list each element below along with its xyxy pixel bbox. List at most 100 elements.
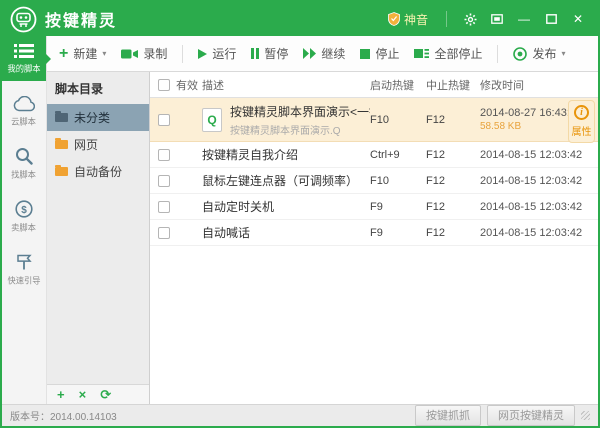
row-checkbox[interactable]	[158, 200, 170, 213]
sidebar-item-quick-guide[interactable]: 快速引导	[2, 246, 46, 293]
web-anjian-button[interactable]: 网页按键精灵	[487, 405, 575, 426]
start-hotkey: F9	[370, 200, 383, 213]
modified-time: 2014-08-15 12:03:42	[480, 148, 583, 161]
properties-tab[interactable]: i 属性	[568, 100, 595, 143]
main-column: + 新建 ▾ 录制 运行 暂停 继续 停止 全部停止 发布 ▾ 脚本目录 未分类…	[47, 36, 598, 404]
row-checkbox[interactable]	[158, 113, 170, 126]
script-table: 有效 描述 启动热键 中止热键 修改时间 Q 按键精灵脚本界面演示<一 按键精灵…	[150, 72, 598, 404]
plus-icon: +	[59, 44, 69, 62]
directory-item-uncategorized[interactable]: 未分类	[47, 104, 149, 131]
table-header: 有效 描述 启动热键 中止热键 修改时间	[150, 72, 598, 98]
skin-box-icon[interactable]	[485, 8, 509, 30]
app-title: 按键精灵	[45, 13, 118, 30]
table-row[interactable]: 自动喊话 F9 F12 2014-08-15 12:03:42	[150, 220, 598, 246]
table-row[interactable]: Q 按键精灵脚本界面演示<一键启动> 按键精灵脚本界面演示.Q F10 F12 …	[150, 98, 598, 142]
abort-hotkey: F12	[426, 200, 445, 213]
abort-hotkey: F12	[426, 113, 445, 126]
directory-toolbar: + × ⟳	[47, 384, 149, 404]
sidebar-item-label: 卖脚本	[11, 223, 37, 233]
select-all-checkbox[interactable]	[158, 78, 170, 91]
cloud-icon	[13, 96, 35, 112]
search-icon	[16, 148, 33, 165]
header-start-hotkey: 启动热键	[370, 79, 414, 92]
script-directory-panel: 脚本目录 未分类 网页 自动备份 + × ⟳	[47, 72, 150, 404]
row-checkbox[interactable]	[158, 174, 170, 187]
start-hotkey: F10	[370, 174, 389, 187]
sidebar-item-label: 我的脚本	[7, 64, 41, 74]
maximize-button[interactable]	[539, 8, 563, 30]
resize-grip[interactable]	[581, 411, 590, 420]
folder-icon	[55, 165, 68, 176]
close-button[interactable]: ✕	[566, 8, 590, 30]
modified-time: 2014-08-15 12:03:42	[480, 200, 583, 213]
user-account-badge[interactable]: 神音	[388, 11, 428, 28]
script-title: 按键精灵脚本界面演示<一键启动>	[230, 104, 370, 119]
script-filename: 按键精灵脚本界面演示.Q	[230, 125, 341, 137]
abort-hotkey: F12	[426, 148, 445, 161]
pause-button[interactable]: 暂停	[251, 45, 288, 62]
folder-icon	[55, 138, 68, 149]
row-checkbox[interactable]	[158, 148, 170, 161]
play-icon	[198, 48, 208, 59]
version-label: 版本号：2014.00.14103	[10, 412, 117, 423]
titlebar-controls: 神音 — ✕	[388, 8, 590, 30]
resume-button[interactable]: 继续	[303, 45, 345, 62]
stop-all-button[interactable]: 全部停止	[414, 45, 482, 62]
sidebar-item-my-scripts[interactable]: 我的脚本	[2, 36, 51, 81]
folder-icon	[55, 111, 68, 122]
record-button[interactable]: 录制	[121, 45, 167, 62]
directory-item-web[interactable]: 网页	[47, 131, 149, 158]
camera-record-icon	[121, 49, 139, 58]
sidebar-item-label: 云脚本	[11, 117, 37, 127]
minimize-button[interactable]: —	[512, 8, 536, 30]
properties-label: 属性	[571, 127, 592, 138]
svg-text:$: $	[21, 205, 27, 216]
chevron-down-icon: ▾	[102, 49, 107, 58]
sidebar-item-sell-scripts[interactable]: $ 卖脚本	[2, 193, 46, 240]
shield-icon	[388, 12, 400, 26]
run-button[interactable]: 运行	[198, 45, 236, 62]
header-valid: 有效	[176, 79, 198, 92]
status-bar: 版本号：2014.00.14103 按键抓抓 网页按键精灵	[2, 404, 598, 426]
content-area: 脚本目录 未分类 网页 自动备份 + × ⟳ 有效 描述 启动热键 中止热键 修…	[47, 72, 598, 404]
toolbar-separator	[497, 44, 499, 63]
app-body: 我的脚本 云脚本 找脚本 $ 卖脚本 快速引导 + 新建 ▾ 录制 运行 暂停 …	[2, 36, 598, 404]
new-script-button[interactable]: + 新建 ▾	[59, 45, 106, 62]
fast-forward-icon	[303, 48, 317, 59]
sidebar-item-label: 快速引导	[7, 276, 41, 286]
start-hotkey: F9	[370, 226, 383, 239]
publish-button[interactable]: 发布 ▾	[513, 45, 566, 62]
header-modified-time: 修改时间	[480, 79, 524, 92]
settings-gear-icon[interactable]	[458, 8, 482, 30]
script-title: 自动喊话	[202, 226, 251, 240]
modified-time: 2014-08-15 12:03:42	[480, 174, 583, 187]
directory-item-autobackup[interactable]: 自动备份	[47, 158, 149, 185]
add-category-button[interactable]: +	[57, 388, 65, 401]
script-title: 鼠标左键连点器（可调频率）	[202, 174, 359, 188]
refresh-button[interactable]: ⟳	[100, 388, 111, 401]
stop-button[interactable]: 停止	[360, 45, 399, 62]
statusbar-buttons: 按键抓抓 网页按键精灵	[409, 405, 590, 426]
header-description: 描述	[202, 79, 224, 92]
app-logo-robot-icon	[10, 6, 37, 33]
delete-category-button[interactable]: ×	[79, 388, 87, 401]
user-name: 神音	[403, 12, 428, 27]
pause-icon	[251, 48, 255, 59]
directory-title: 脚本目录	[55, 82, 104, 96]
table-row[interactable]: 按键精灵自我介绍 Ctrl+9 F12 2014-08-15 12:03:42	[150, 142, 598, 168]
sidebar: 我的脚本 云脚本 找脚本 $ 卖脚本 快速引导	[2, 36, 51, 404]
toolbar-separator	[182, 44, 184, 63]
anjian-zhuazhua-button[interactable]: 按键抓抓	[415, 405, 481, 426]
script-list-icon	[14, 44, 34, 58]
sidebar-item-find-scripts[interactable]: 找脚本	[2, 140, 46, 187]
table-row[interactable]: 鼠标左键连点器（可调频率） F10 F12 2014-08-15 12:03:4…	[150, 168, 598, 194]
row-checkbox[interactable]	[158, 226, 170, 239]
sidebar-item-label: 找脚本	[11, 170, 37, 180]
signpost-icon	[17, 254, 32, 270]
sidebar-item-cloud-scripts[interactable]: 云脚本	[2, 89, 46, 134]
app-window: 按键精灵 神音 — ✕ 我的脚本 云脚本 找脚本 $ 卖脚本 快速引导 + 新建…	[0, 0, 600, 428]
stop-icon	[360, 48, 371, 59]
script-title: 自动定时关机	[202, 200, 275, 214]
stop-all-icon	[414, 49, 430, 58]
table-row[interactable]: 自动定时关机 F9 F12 2014-08-15 12:03:42	[150, 194, 598, 220]
